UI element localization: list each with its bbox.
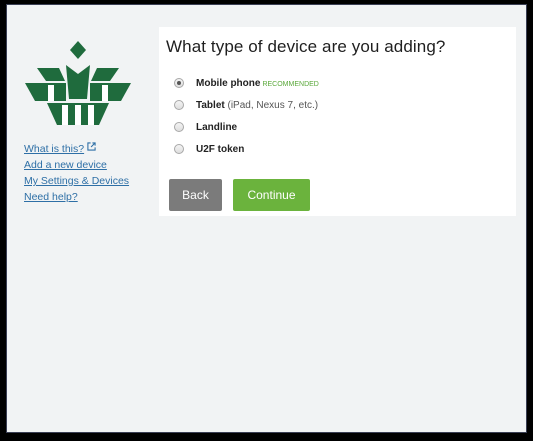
- option-label: U2F token: [196, 144, 244, 155]
- radio-tablet[interactable]: [174, 100, 184, 110]
- need-help-link[interactable]: Need help?: [24, 191, 78, 203]
- sidebar-link-item: Add a new device: [24, 157, 129, 173]
- radio-u2f-token[interactable]: [174, 144, 184, 154]
- external-link-icon[interactable]: [87, 142, 96, 151]
- option-note: (iPad, Nexus 7, etc.): [227, 99, 319, 111]
- organization-logo: [25, 41, 131, 125]
- option-label: Landline: [196, 122, 237, 133]
- option-name: Tablet: [196, 99, 225, 111]
- option-name: U2F token: [196, 143, 245, 155]
- device-type-options: Mobile phone RECOMMENDED Tablet (iPad, Ne…: [174, 72, 319, 160]
- recommended-badge: RECOMMENDED: [262, 80, 319, 88]
- sidebar-links: What is this? Add a new device My Settin…: [24, 141, 129, 205]
- option-name: Landline: [196, 121, 238, 133]
- sidebar-link-item: Need help?: [24, 189, 129, 205]
- device-type-card: What type of device are you adding? Mobi…: [159, 27, 516, 216]
- sidebar-link-item: My Settings & Devices: [24, 173, 129, 189]
- continue-button[interactable]: Continue: [233, 179, 310, 211]
- option-landline[interactable]: Landline: [174, 116, 319, 138]
- sidebar: What is this? Add a new device My Settin…: [7, 5, 157, 432]
- option-mobile-phone[interactable]: Mobile phone RECOMMENDED: [174, 72, 319, 94]
- option-label: Tablet (iPad, Nexus 7, etc.): [196, 100, 318, 111]
- option-tablet[interactable]: Tablet (iPad, Nexus 7, etc.): [174, 94, 319, 116]
- sidebar-link-item: What is this?: [24, 141, 129, 157]
- what-is-this-link[interactable]: What is this?: [24, 143, 84, 155]
- my-settings-devices-link[interactable]: My Settings & Devices: [24, 175, 129, 187]
- option-name: Mobile phone: [196, 77, 261, 89]
- page-title: What type of device are you adding?: [166, 37, 446, 56]
- radio-mobile-phone[interactable]: [174, 78, 184, 88]
- add-new-device-link[interactable]: Add a new device: [24, 159, 107, 171]
- device-enrollment-frame: What is this? Add a new device My Settin…: [6, 4, 527, 433]
- option-u2f-token[interactable]: U2F token: [174, 138, 319, 160]
- back-button[interactable]: Back: [169, 179, 222, 211]
- option-label: Mobile phone RECOMMENDED: [196, 78, 319, 89]
- radio-landline[interactable]: [174, 122, 184, 132]
